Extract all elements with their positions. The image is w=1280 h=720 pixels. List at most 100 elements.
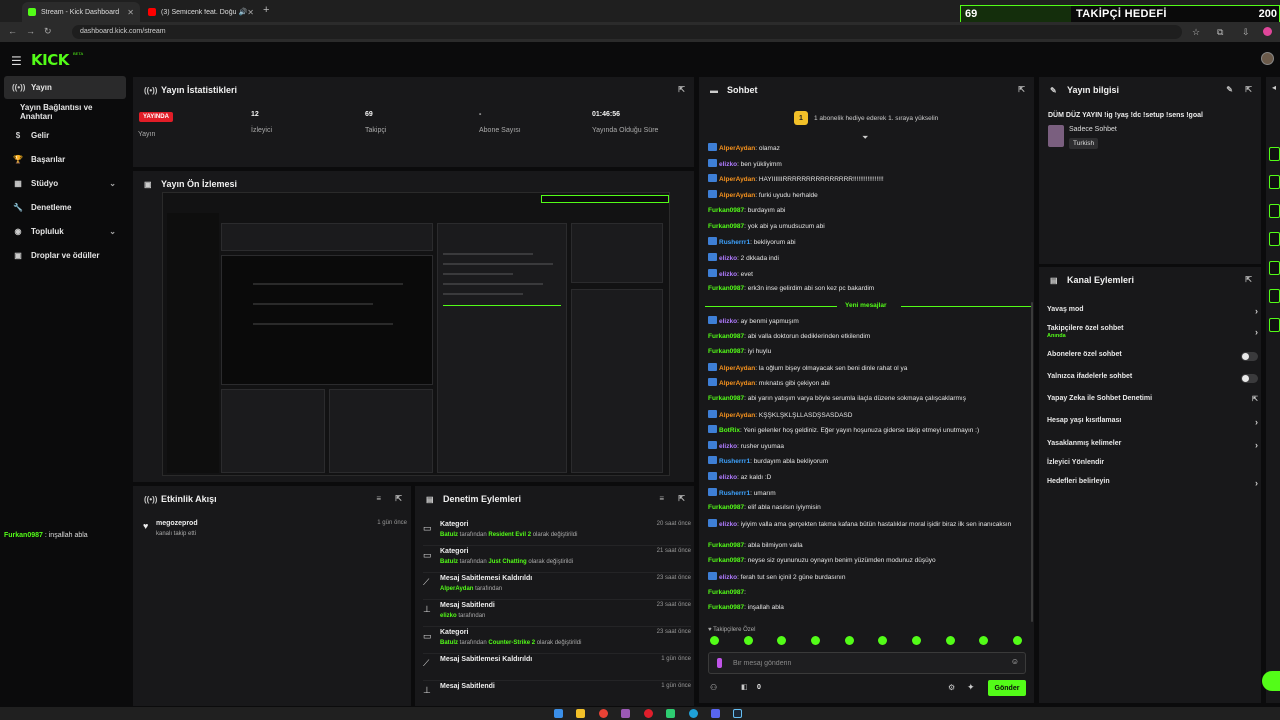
quick-action-button[interactable] bbox=[1262, 671, 1280, 691]
chat-username[interactable]: Furkan0987 bbox=[708, 504, 744, 511]
chat-input-box[interactable]: ☺ bbox=[708, 652, 1026, 674]
chat-username[interactable]: elizko bbox=[719, 161, 737, 168]
chat-scrollbar[interactable] bbox=[1031, 302, 1033, 622]
rail-button[interactable] bbox=[1269, 289, 1280, 303]
emoji-icon[interactable]: ☺ bbox=[1011, 657, 1019, 666]
rail-button[interactable] bbox=[1269, 204, 1280, 218]
collapse-icon[interactable]: ⏷ bbox=[862, 133, 868, 143]
back-icon[interactable]: ← bbox=[8, 26, 17, 36]
rail-top-icon[interactable]: ◂ bbox=[1272, 83, 1276, 92]
stream-preview-video[interactable] bbox=[162, 192, 670, 476]
profile-icon[interactable] bbox=[1263, 27, 1272, 36]
mic-icon[interactable] bbox=[717, 658, 722, 668]
new-tab-button[interactable]: + bbox=[263, 4, 269, 16]
action-slow-mode[interactable]: Yavaş mod › bbox=[1047, 306, 1258, 324]
action-emote-only[interactable]: Yalnızca ifadelerle sohbet bbox=[1047, 373, 1258, 391]
chat-username[interactable]: Furkan0987 bbox=[708, 348, 744, 355]
avatar[interactable] bbox=[1261, 52, 1274, 65]
download-icon[interactable]: ⇩ bbox=[1242, 27, 1250, 38]
sidebar-item-gelir[interactable]: $ Gelir bbox=[4, 124, 126, 147]
popout-icon[interactable]: ⇱ bbox=[1245, 85, 1252, 94]
start-icon[interactable] bbox=[554, 709, 563, 718]
emote-icon[interactable] bbox=[979, 636, 988, 645]
chat-username[interactable]: Furkan0987 bbox=[708, 604, 744, 611]
popout-icon[interactable]: ⇱ bbox=[1245, 275, 1252, 284]
chat-username[interactable]: Rusherrr1 bbox=[719, 490, 750, 497]
app-icon[interactable] bbox=[711, 709, 720, 718]
chat-username[interactable]: elizko bbox=[719, 318, 737, 325]
sidebar-item-topluluk[interactable]: ◉ Topluluk ⌄ bbox=[4, 220, 126, 243]
chat-username[interactable]: elizko bbox=[719, 521, 737, 528]
sidebar-item-droplar[interactable]: ▣ Droplar ve ödüller bbox=[4, 244, 126, 267]
browser-tab-youtube[interactable]: (3) Semicenk feat. Doğu Sw... 🔊 ✕ bbox=[142, 2, 260, 22]
action-banned-words[interactable]: Yasaklanmış kelimeler › bbox=[1047, 440, 1258, 458]
sidebar-item-stream-key[interactable]: Yayın Bağlantısı ve Anahtarı bbox=[4, 100, 126, 123]
kick-logo[interactable]: KICK bbox=[31, 51, 69, 69]
popout-icon[interactable]: ⇱ bbox=[678, 494, 685, 503]
chat-username[interactable]: BotRix bbox=[719, 427, 740, 434]
rail-button[interactable] bbox=[1269, 175, 1280, 189]
emote-icon[interactable] bbox=[946, 636, 955, 645]
chat-username[interactable]: elizko bbox=[719, 271, 737, 278]
popout-icon[interactable]: ⇱ bbox=[395, 494, 402, 503]
url-field[interactable]: dashboard.kick.com/stream bbox=[72, 25, 1182, 39]
subscribers-only-toggle[interactable] bbox=[1241, 352, 1258, 361]
action-subscribers-only[interactable]: Abonelere özel sohbet bbox=[1047, 351, 1258, 369]
sidebar-item-basarilar[interactable]: 🏆 Başarılar bbox=[4, 148, 126, 171]
extensions-icon[interactable]: ⧉ bbox=[1217, 27, 1223, 38]
reload-icon[interactable]: ↻ bbox=[44, 26, 52, 37]
emote-icon[interactable] bbox=[912, 636, 921, 645]
rail-button[interactable] bbox=[1269, 261, 1280, 275]
sidebar-item-yayin[interactable]: ((•)) Yayın bbox=[4, 76, 126, 99]
chat-username[interactable]: AlperAydan bbox=[719, 145, 755, 152]
app-icon[interactable] bbox=[666, 709, 675, 718]
settings-icon[interactable]: ⚙ bbox=[948, 683, 955, 692]
chat-username[interactable]: AlperAydan bbox=[719, 192, 755, 199]
chat-username[interactable]: AlperAydan bbox=[719, 380, 755, 387]
sidebar-item-denetleme[interactable]: 🔧 Denetleme bbox=[4, 196, 126, 219]
chat-username[interactable]: Furkan0987 bbox=[708, 542, 744, 549]
chat-username[interactable]: Furkan0987 bbox=[708, 223, 744, 230]
chat-username[interactable]: Furkan0987 bbox=[708, 557, 744, 564]
action-raid[interactable]: İzleyici Yönlendir bbox=[1047, 459, 1258, 477]
search-icon[interactable] bbox=[576, 709, 585, 718]
popout-icon[interactable]: ⇱ bbox=[1018, 85, 1025, 94]
action-followers-only[interactable]: Takipçilere özel sohbet Anında › bbox=[1047, 325, 1258, 345]
user-settings-icon[interactable]: ⚇ bbox=[710, 683, 717, 692]
chat-username[interactable]: Rusherrr1 bbox=[719, 458, 750, 465]
opera-icon[interactable] bbox=[644, 709, 653, 718]
action-account-age[interactable]: Hesap yaşı kısıtlaması › bbox=[1047, 417, 1258, 435]
action-ai-moderation[interactable]: Yapay Zeka ile Sohbet Denetimi ⇱ bbox=[1047, 395, 1258, 413]
emote-icon[interactable] bbox=[878, 636, 887, 645]
chat-username[interactable]: Furkan0987 bbox=[708, 395, 744, 402]
chat-username[interactable]: AlperAydan bbox=[719, 365, 755, 372]
browser-tab-kick[interactable]: Stream - Kick Dashboard ✕ bbox=[22, 2, 140, 22]
chat-username[interactable]: AlperAydan bbox=[719, 412, 755, 419]
action-goals[interactable]: Hedefleri belirleyin › bbox=[1047, 478, 1258, 496]
emote-only-toggle[interactable] bbox=[1241, 374, 1258, 383]
filter-icon[interactable]: ≡ bbox=[659, 494, 664, 503]
rail-button[interactable] bbox=[1269, 147, 1280, 161]
sub-gift-banner[interactable]: 1 1 abonelik hediye ederek 1. sıraya yük… bbox=[794, 111, 938, 125]
emote-icon[interactable] bbox=[744, 636, 753, 645]
rail-button[interactable] bbox=[1269, 232, 1280, 246]
chat-username[interactable]: elizko bbox=[719, 255, 737, 262]
bookmark-star-icon[interactable]: ☆ bbox=[1192, 27, 1200, 38]
chat-username[interactable]: elizko bbox=[719, 574, 737, 581]
steam-icon[interactable] bbox=[733, 709, 742, 718]
app-icon[interactable] bbox=[621, 709, 630, 718]
menu-icon[interactable]: ☰ bbox=[11, 54, 22, 68]
filter-icon[interactable]: ≡ bbox=[376, 494, 381, 503]
mod-tools-icon[interactable]: ✦ bbox=[967, 682, 975, 693]
chat-username[interactable]: AlperAydan bbox=[719, 176, 755, 183]
emote-icon[interactable] bbox=[777, 636, 786, 645]
chat-username[interactable]: Furkan0987 bbox=[708, 285, 744, 292]
edge-icon[interactable] bbox=[689, 709, 698, 718]
chat-username[interactable]: elizko bbox=[719, 443, 737, 450]
close-tab-icon[interactable]: ✕ bbox=[247, 8, 254, 17]
popout-icon[interactable]: ⇱ bbox=[678, 85, 685, 94]
close-tab-icon[interactable]: ✕ bbox=[127, 8, 134, 17]
chat-username[interactable]: elizko bbox=[719, 474, 737, 481]
pencil-icon[interactable]: ✎ bbox=[1226, 85, 1233, 94]
sidebar-item-studyo[interactable]: ▦ Stüdyo ⌄ bbox=[4, 172, 126, 195]
